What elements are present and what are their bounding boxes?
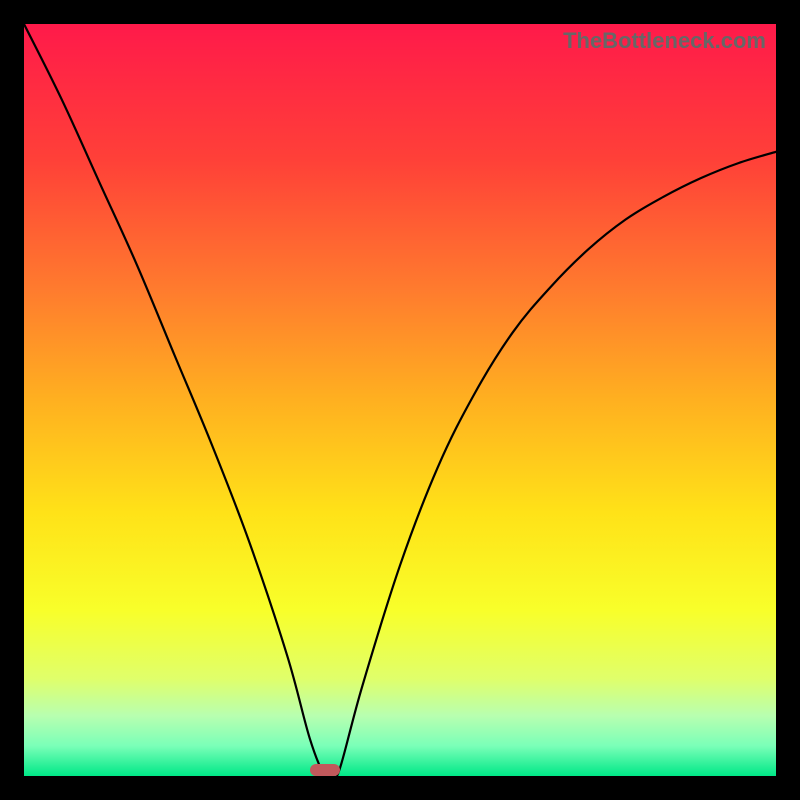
- chart-container: TheBottleneck.com: [0, 0, 800, 800]
- optimal-indicator: [310, 764, 340, 776]
- watermark-text: TheBottleneck.com: [563, 28, 766, 54]
- bottleneck-curve: [24, 24, 776, 776]
- plot-area: TheBottleneck.com: [24, 24, 776, 776]
